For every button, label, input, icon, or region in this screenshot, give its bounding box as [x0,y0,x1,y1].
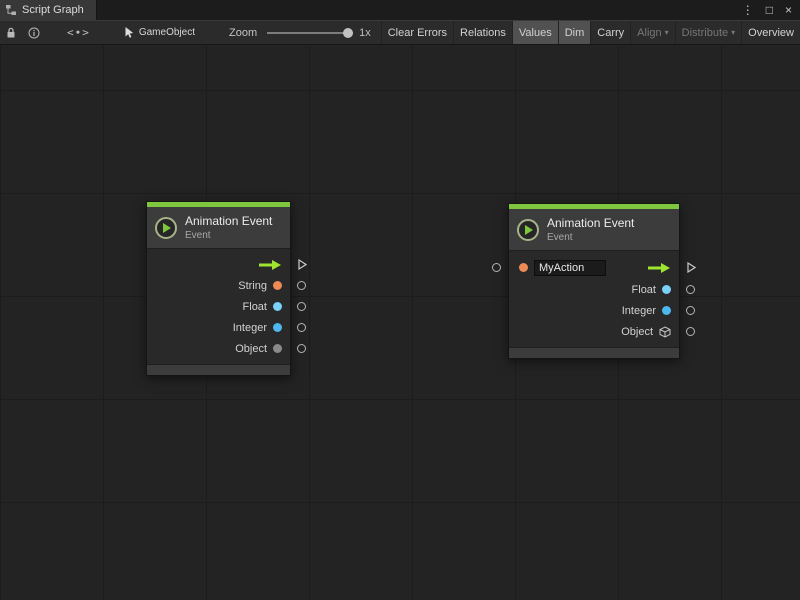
output-label-object: Object [621,326,653,338]
string-type-dot [519,263,528,272]
output-row-integer: Integer [509,300,679,321]
tab-title: Script Graph [22,4,84,16]
event-play-icon [155,217,177,239]
integer-type-dot [662,306,671,315]
string-type-dot [273,281,282,290]
node-header[interactable]: Animation Event Event [509,209,679,250]
flow-output-port[interactable] [298,259,307,270]
animation-event-node-2[interactable]: Animation Event Event Float [508,203,680,359]
flow-arrow-icon [647,262,671,274]
object-type-dot [273,344,282,353]
overview-button[interactable]: Overview [741,21,800,44]
tab-script-graph[interactable]: Script Graph [0,0,97,20]
zoom-slider[interactable] [267,27,353,39]
output-label-float: Float [243,301,267,313]
node-footer [147,365,290,375]
float-output-port[interactable] [297,302,306,311]
window-maximize-button[interactable]: □ [766,4,773,16]
edit-graph-icon[interactable]: <∙> [67,26,90,39]
dim-button[interactable]: Dim [558,21,591,44]
window-close-button[interactable]: × [785,4,792,16]
zoom-slider-track [267,32,353,34]
node-body: String Float Integer Object [147,248,290,365]
align-label: Align [637,27,661,39]
float-type-dot [273,302,282,311]
node-header[interactable]: Animation Event Event [147,207,290,248]
integer-output-port[interactable] [297,323,306,332]
distribute-button[interactable]: Distribute ▾ [675,21,741,44]
zoom-label: Zoom [229,27,257,39]
distribute-label: Distribute [682,27,728,39]
integer-output-port[interactable] [686,306,695,315]
carry-button[interactable]: Carry [590,21,630,44]
output-label-float: Float [632,284,656,296]
info-button[interactable] [22,21,44,44]
zoom-value: 1x [359,27,371,39]
node-title: Animation Event [547,216,634,230]
float-type-dot [662,285,671,294]
flow-output-port[interactable] [687,262,696,273]
node-body: Float Integer Object [509,250,679,348]
object-output-port[interactable] [686,327,695,336]
gameobject-context[interactable]: GameObject [124,26,195,39]
align-button[interactable]: Align ▾ [630,21,674,44]
action-input-field[interactable] [534,260,606,276]
lock-button[interactable] [0,21,22,44]
chevron-down-icon: ▾ [731,28,735,37]
object-cube-icon [659,326,671,338]
output-row-integer: Integer [147,317,290,338]
flow-arrow-icon [258,259,282,271]
clear-errors-button[interactable]: Clear Errors [381,21,453,44]
string-output-port[interactable] [297,281,306,290]
script-graph-window: { "window": { "tab_title": "Script Graph… [0,0,800,600]
toolbar-buttons: Clear Errors Relations Values Dim Carry … [381,21,800,44]
zoom-control: Zoom 1x [229,27,379,39]
flow-output-row [147,254,290,275]
action-input-row [509,256,679,279]
graph-canvas[interactable]: Animation Event Event String Float [0,46,800,600]
window-menu-button[interactable]: ⋮ [742,4,754,16]
output-row-float: Float [509,279,679,300]
output-label-string: String [238,280,267,292]
cursor-icon [124,26,135,39]
window-tab-bar: Script Graph ⋮ □ × [0,0,800,20]
zoom-slider-knob[interactable] [343,28,353,38]
output-row-object: Object [509,321,679,342]
animation-event-node-1[interactable]: Animation Event Event String Float [146,201,291,376]
output-row-float: Float [147,296,290,317]
node-subtitle: Event [547,232,634,243]
action-input-port[interactable] [492,263,501,272]
float-output-port[interactable] [686,285,695,294]
node-title: Animation Event [185,214,272,228]
values-button[interactable]: Values [512,21,558,44]
output-label-integer: Integer [622,305,656,317]
script-graph-icon [5,4,17,16]
gameobject-label: GameObject [139,27,195,38]
output-row-string: String [147,275,290,296]
output-row-object: Object [147,338,290,359]
integer-type-dot [273,323,282,332]
output-label-object: Object [235,343,267,355]
graph-toolbar: <∙> GameObject Zoom 1x Clear Errors Rela… [0,20,800,45]
relations-button[interactable]: Relations [453,21,512,44]
node-footer [509,348,679,358]
object-output-port[interactable] [297,344,306,353]
node-subtitle: Event [185,230,272,241]
window-controls: ⋮ □ × [742,0,800,20]
event-play-icon [517,219,539,241]
output-label-integer: Integer [233,322,267,334]
chevron-down-icon: ▾ [665,28,669,37]
